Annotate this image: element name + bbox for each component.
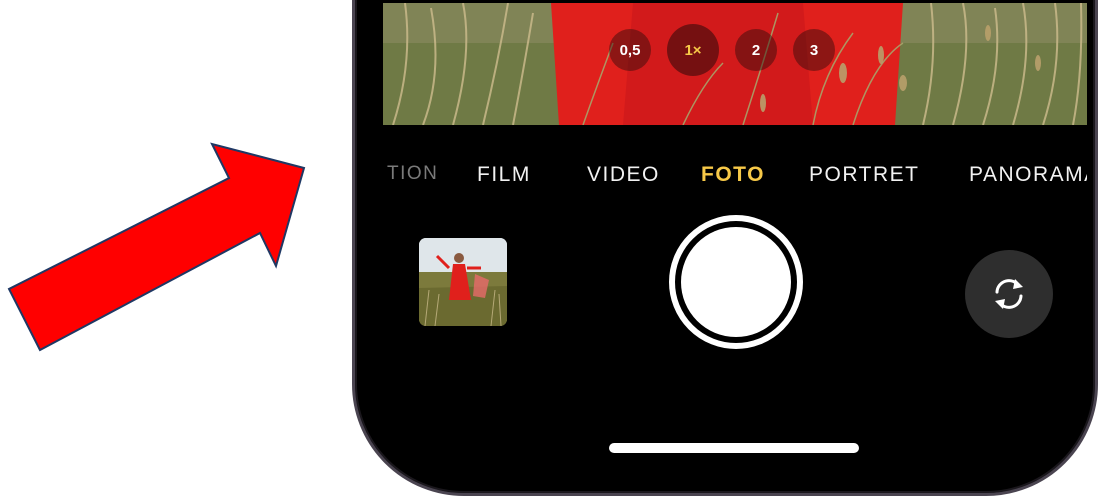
- thumbnail-image: [419, 238, 507, 326]
- red-arrow-annotation: [7, 142, 306, 352]
- home-indicator[interactable]: [609, 443, 859, 453]
- red-arrow-shape: [7, 142, 306, 352]
- mode-slo-mo[interactable]: TION: [387, 163, 438, 185]
- screenshot-stage: 0,5 1× 2 3 TION FILM VIDEO FOTO PORTRET …: [0, 0, 1104, 500]
- zoom-2x-button[interactable]: 2: [735, 29, 777, 71]
- shutter-button[interactable]: [669, 215, 803, 349]
- zoom-3x-button[interactable]: 3: [793, 29, 835, 71]
- camera-viewfinder[interactable]: 0,5 1× 2 3: [383, 3, 1087, 125]
- mode-foto[interactable]: FOTO: [701, 163, 765, 187]
- zoom-1x-button[interactable]: 1×: [667, 24, 719, 76]
- camera-flip-icon: [995, 279, 1023, 309]
- mode-portret[interactable]: PORTRET: [809, 163, 919, 187]
- zoom-selector: 0,5 1× 2 3: [609, 23, 835, 77]
- camera-flip-button[interactable]: [965, 250, 1053, 338]
- mode-video[interactable]: VIDEO: [587, 163, 660, 187]
- mode-film[interactable]: FILM: [477, 163, 531, 187]
- mode-panorama[interactable]: PANORAMA: [969, 163, 1087, 187]
- shutter-button-inner: [681, 227, 791, 337]
- zoom-0-5-button[interactable]: 0,5: [609, 29, 651, 71]
- camera-mode-selector: TION FILM VIDEO FOTO PORTRET PANORAMA: [383, 155, 1087, 199]
- last-photo-thumbnail[interactable]: [419, 238, 507, 326]
- phone-camera-screen: 0,5 1× 2 3 TION FILM VIDEO FOTO PORTRET …: [352, 0, 1098, 496]
